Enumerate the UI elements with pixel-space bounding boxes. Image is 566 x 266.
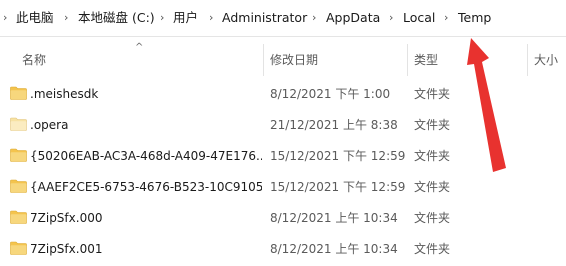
- breadcrumb-item-appdata[interactable]: AppData: [326, 9, 380, 27]
- file-row[interactable]: {50206EAB-AC3A-468d-A409-47E176... 15/12…: [0, 140, 566, 171]
- column-header-size[interactable]: 大小: [534, 52, 558, 68]
- breadcrumb-separator-icon[interactable]: ›: [160, 9, 164, 27]
- column-divider[interactable]: [407, 44, 408, 76]
- file-row[interactable]: .opera 21/12/2021 上午 8:38 文件夹: [0, 109, 566, 140]
- breadcrumb-item-this-pc[interactable]: 此电脑: [16, 9, 54, 27]
- file-row[interactable]: 7ZipSfx.000 8/12/2021 上午 10:34 文件夹: [0, 202, 566, 233]
- file-type: 文件夹: [414, 211, 451, 225]
- breadcrumb-separator-icon[interactable]: ›: [3, 9, 7, 27]
- file-row[interactable]: .meishesdk 8/12/2021 下午 1:00 文件夹: [0, 78, 566, 109]
- folder-icon: [10, 241, 27, 255]
- folder-icon: [10, 210, 27, 224]
- file-row[interactable]: {AAEF2CE5-6753-4676-B523-10C9105... 15/1…: [0, 171, 566, 202]
- file-type: 文件夹: [414, 149, 451, 163]
- file-modified: 15/12/2021 下午 12:59: [270, 149, 406, 163]
- file-modified: 21/12/2021 上午 8:38: [270, 118, 398, 132]
- file-name: 7ZipSfx.000: [30, 211, 103, 225]
- breadcrumb-item-users[interactable]: 用户: [173, 9, 198, 27]
- file-name: {AAEF2CE5-6753-4676-B523-10C9105...: [30, 180, 262, 194]
- breadcrumb-item-temp[interactable]: Temp: [458, 9, 491, 27]
- breadcrumb-separator-icon[interactable]: ›: [64, 9, 68, 27]
- file-type: 文件夹: [414, 87, 451, 101]
- column-header-name[interactable]: 名称: [22, 52, 46, 68]
- file-type: 文件夹: [414, 180, 451, 194]
- breadcrumb-separator-icon[interactable]: ›: [312, 9, 316, 27]
- file-name: .meishesdk: [30, 87, 99, 101]
- file-name: {50206EAB-AC3A-468d-A409-47E176...: [30, 149, 262, 163]
- column-header-type[interactable]: 类型: [414, 52, 438, 68]
- file-modified: 8/12/2021 下午 1:00: [270, 87, 391, 101]
- column-divider[interactable]: [263, 44, 264, 76]
- column-header-row: 名称 修改日期 类型 大小: [0, 44, 566, 76]
- breadcrumb-separator-icon[interactable]: ›: [209, 9, 213, 27]
- folder-icon: [10, 179, 27, 193]
- breadcrumb-item-local-disk[interactable]: 本地磁盘 (C:): [78, 9, 155, 27]
- file-type: 文件夹: [414, 242, 451, 256]
- file-modified: 8/12/2021 上午 10:34: [270, 242, 398, 256]
- column-divider[interactable]: [527, 44, 528, 76]
- breadcrumb-item-administrator[interactable]: Administrator: [222, 9, 307, 27]
- breadcrumb: › 此电脑 › 本地磁盘 (C:) › 用户 › Administrator ›…: [0, 0, 566, 37]
- breadcrumb-item-local[interactable]: Local: [403, 9, 435, 27]
- file-row[interactable]: 7ZipSfx.001 8/12/2021 上午 10:34 文件夹: [0, 233, 566, 264]
- file-name: 7ZipSfx.001: [30, 242, 103, 256]
- column-header-modified[interactable]: 修改日期: [270, 52, 318, 68]
- folder-icon: [10, 148, 27, 162]
- file-type: 文件夹: [414, 118, 451, 132]
- folder-icon: [10, 86, 27, 100]
- sort-ascending-icon: ^: [135, 42, 144, 53]
- file-modified: 8/12/2021 上午 10:34: [270, 211, 398, 225]
- file-modified: 15/12/2021 下午 12:59: [270, 180, 406, 194]
- folder-icon: [10, 117, 27, 131]
- breadcrumb-separator-icon[interactable]: ›: [389, 9, 393, 27]
- breadcrumb-separator-icon[interactable]: ›: [444, 9, 448, 27]
- file-name: .opera: [30, 118, 69, 132]
